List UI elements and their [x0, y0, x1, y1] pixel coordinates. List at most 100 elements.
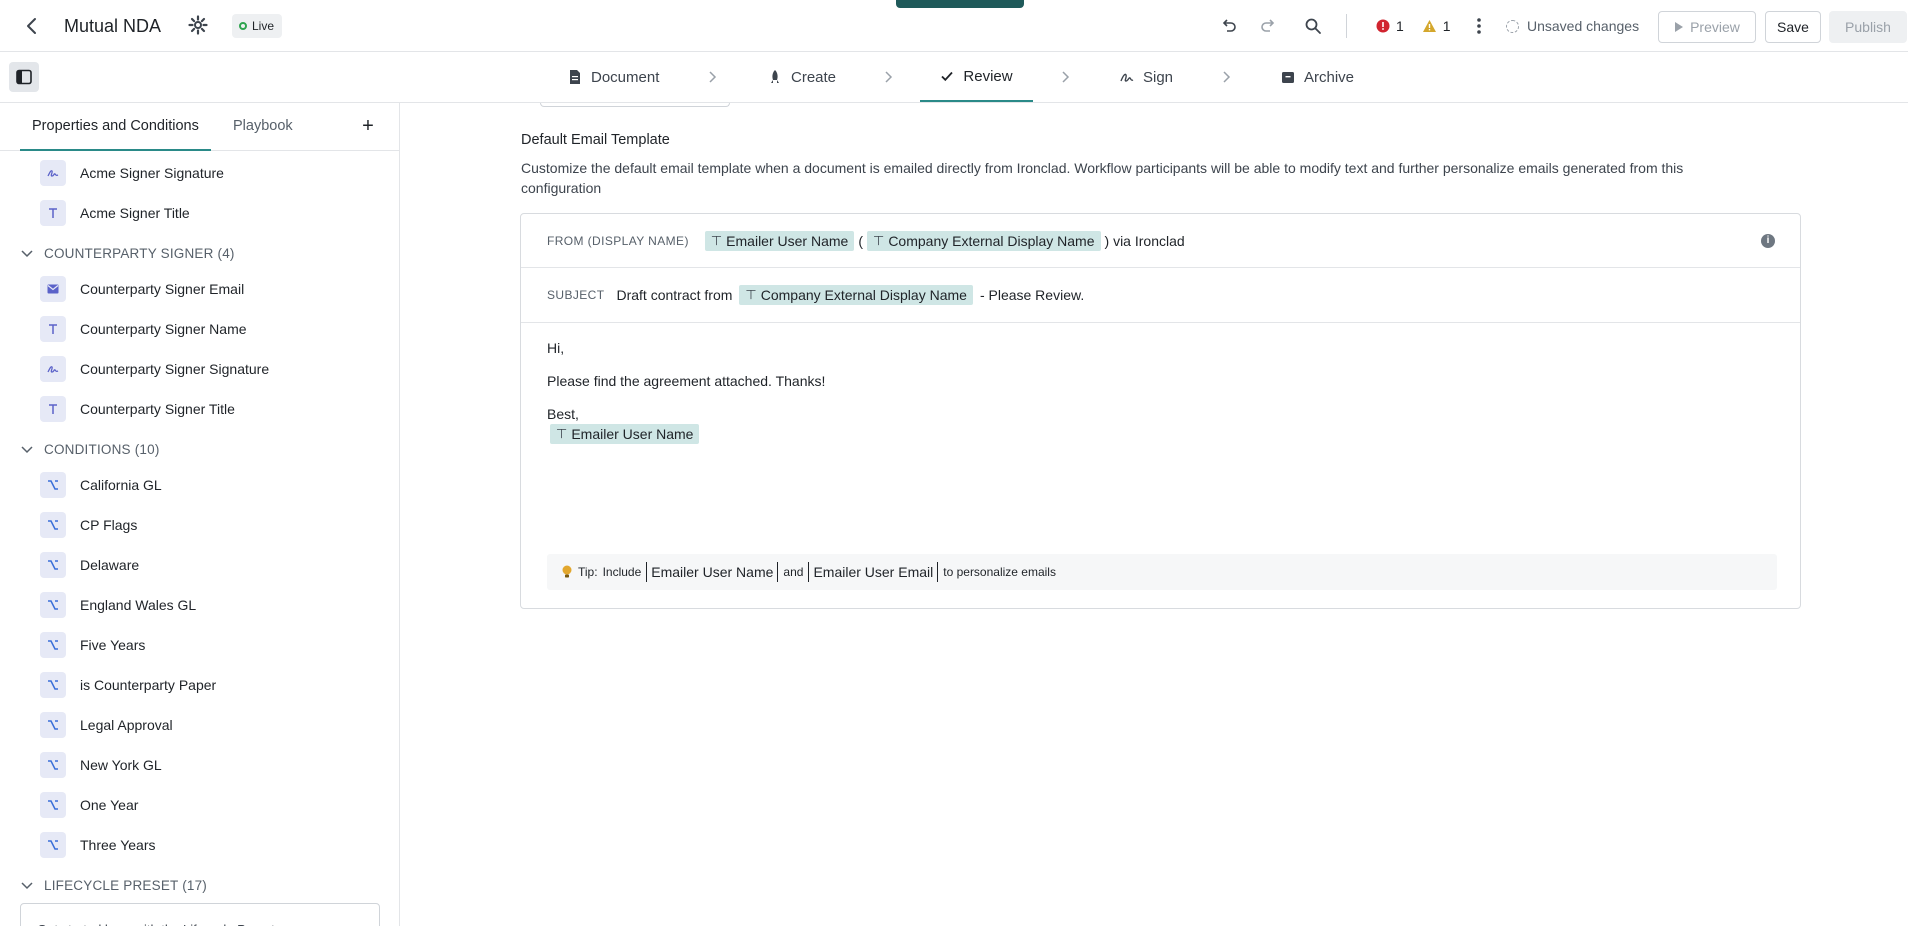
sidebar-item[interactable]: Counterparty Signer Title [40, 394, 235, 424]
info-icon[interactable]: i [1761, 234, 1775, 248]
text-icon [40, 316, 66, 342]
sidebar-item-label: California GL [80, 477, 162, 493]
sidebar-item-label: Counterparty Signer Email [80, 281, 245, 297]
token-pill[interactable]: ⊤ Company External Display Name [739, 285, 973, 305]
step-label: Review [963, 67, 1013, 85]
document-icon [570, 70, 580, 84]
subject-row[interactable]: SUBJECT Draft contract from ⊤ Company Ext… [521, 268, 1800, 323]
from-row[interactable]: FROM (DISPLAY NAME) ⊤ Emailer User Name (… [521, 214, 1800, 268]
sidebar-item[interactable]: is Counterparty Paper [40, 670, 216, 700]
subject-label: SUBJECT [547, 288, 605, 302]
from-open: ( [858, 232, 863, 249]
sidebar-item[interactable]: One Year [40, 790, 138, 820]
step-archive[interactable]: Archive [1281, 52, 1354, 102]
issues-indicator[interactable]: 1 1 [1376, 16, 1451, 36]
sidebar-item-label: Counterparty Signer Title [80, 401, 235, 417]
condition-icon [40, 712, 66, 738]
status-badge-label: Live [252, 19, 275, 33]
condition-icon [40, 832, 66, 858]
token-pill[interactable]: ⊤ Emailer User Name [550, 424, 700, 444]
tip-suffix: to personalize emails [943, 565, 1056, 579]
add-icon[interactable]: + [358, 116, 378, 136]
preview-button[interactable]: Preview [1658, 11, 1756, 43]
sidebar-item[interactable]: Counterparty Signer Email [40, 274, 244, 304]
email-icon [40, 276, 66, 302]
step-document[interactable]: Document [568, 52, 659, 102]
sidebar-item-label: is Counterparty Paper [80, 677, 217, 693]
lightbulb-icon [562, 565, 572, 578]
step-sign[interactable]: Sign [1120, 52, 1173, 102]
condition-icon [40, 752, 66, 778]
document-title: Mutual NDA [64, 16, 162, 36]
sidebar-item[interactable]: Counterparty Signer Signature [40, 354, 269, 384]
gear-icon[interactable] [188, 15, 210, 37]
signature-icon [40, 356, 66, 382]
previous-section-edge [540, 103, 730, 107]
token-pill[interactable]: ⊤ Emailer User Name [704, 230, 855, 251]
token-pill-label: Emailer User Name [571, 426, 694, 442]
step-create[interactable]: Create [768, 52, 836, 102]
sidebar-item[interactable]: Acme Signer Signature [40, 158, 224, 188]
sidebar-group-label: CONDITIONS (10) [44, 441, 160, 457]
error-icon [1376, 19, 1390, 33]
text-icon: ⊤ [710, 232, 723, 248]
text-icon: ⊤ [872, 232, 885, 248]
sidebar-item-label: One Year [80, 797, 139, 813]
sidebar-item[interactable]: New York GL [40, 750, 162, 780]
token-pill-label: Company External Display Name [888, 232, 1095, 249]
text-icon: ⊤ [556, 426, 568, 441]
sidebar-item[interactable]: Delaware [40, 550, 139, 580]
archive-icon [1282, 72, 1294, 83]
search-icon[interactable] [1302, 15, 1324, 37]
undo-icon[interactable] [1218, 15, 1240, 37]
sidebar-item[interactable]: England Wales GL [40, 590, 196, 620]
lifecycle-preset-box[interactable]: Get started here with the Lifecycle Pres… [20, 903, 380, 926]
workflow-steps-bar: Document Create Review Sign Archive [0, 52, 1908, 103]
subject-suffix: - Please Review. [979, 287, 1085, 303]
sidebar-item[interactable]: California GL [40, 470, 162, 500]
warning-icon [1422, 20, 1436, 32]
step-label: Create [791, 68, 837, 86]
section-description: Customize the default email template whe… [521, 160, 1684, 196]
section-title: Default Email Template [521, 132, 670, 148]
text-icon [40, 396, 66, 422]
sidebar-item[interactable]: Counterparty Signer Name [40, 314, 247, 344]
sidebar-item[interactable]: Acme Signer Title [40, 198, 190, 228]
sidebar-group-lifecycle-preset[interactable]: LIFECYCLE PRESET (17) [20, 873, 207, 897]
sidebar-group-counterparty-signer[interactable]: COUNTERPARTY SIGNER (4) [20, 241, 235, 265]
redo-icon[interactable] [1257, 15, 1279, 37]
token-pill[interactable]: ⊤ Company External Display Name [866, 230, 1101, 251]
tab-properties-and-conditions[interactable]: Properties and Conditions [20, 103, 211, 151]
sidebar-item-label: Five Years [80, 637, 146, 653]
sidebar-item-label: Delaware [80, 557, 140, 573]
signature-icon [1120, 73, 1134, 82]
status-badge: Live [232, 14, 283, 38]
chevron-down-icon [21, 250, 33, 258]
save-button[interactable]: Save [1765, 11, 1821, 43]
sidebar-item-label: Acme Signer Title [80, 205, 190, 221]
signature-icon [40, 160, 66, 186]
tip-include: Include [602, 565, 642, 579]
sidebar-item[interactable]: CP Flags [40, 510, 137, 540]
step-review[interactable]: Review [920, 52, 1033, 102]
publish-button[interactable]: Publish [1829, 11, 1907, 43]
back-arrow-icon[interactable] [20, 14, 44, 38]
sidebar-item[interactable]: Legal Approval [40, 710, 173, 740]
more-vertical-icon[interactable] [1468, 15, 1490, 37]
condition-icon [40, 592, 66, 618]
sidebar: Properties and Conditions Playbook + Acm… [0, 103, 400, 926]
tab-playbook[interactable]: Playbook [233, 103, 293, 151]
sidebar-group-conditions[interactable]: CONDITIONS (10) [20, 437, 160, 461]
check-icon [941, 71, 954, 82]
sidebar-item[interactable]: Three Years [40, 830, 156, 860]
email-body-editor[interactable]: Hi, Please find the agreement attached. … [547, 340, 825, 444]
play-icon [1675, 22, 1684, 32]
condition-icon [40, 512, 66, 538]
sidebar-item-label: Counterparty Signer Signature [80, 361, 270, 377]
sidebar-item-label: Three Years [80, 837, 156, 853]
token-pill-label: Company External Display Name [760, 287, 967, 303]
sidebar-item[interactable]: Five Years [40, 630, 145, 660]
chevron-right-icon [709, 71, 717, 83]
text-icon: ⊤ [745, 287, 757, 302]
sidebar-toggle-icon[interactable] [9, 62, 39, 92]
